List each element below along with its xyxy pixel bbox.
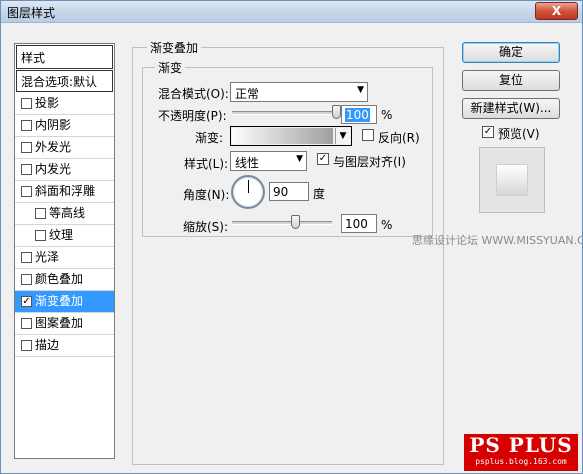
- style-list: 样式 混合选项:默认 投影 内阴影 外发光 内发光 斜面和浮雕 等高线 纹理 光泽 颜色叠加 ✓ 渐…: [14, 43, 115, 459]
- scale-label: 缩放(S):: [183, 220, 229, 234]
- style-list-item-label: 内阴影: [35, 118, 72, 132]
- close-button[interactable]: X: [535, 2, 578, 20]
- style-checkbox[interactable]: [35, 208, 46, 219]
- scale-value: 100: [345, 217, 368, 231]
- style-preview-swatch: [496, 164, 528, 196]
- angle-dial-hand: [248, 180, 249, 193]
- style-checkbox[interactable]: [21, 142, 32, 153]
- chevron-down-icon: ▼: [357, 85, 364, 95]
- angle-label: 角度(N):: [183, 188, 230, 202]
- scale-slider-thumb[interactable]: [291, 215, 300, 229]
- opacity-value: 100: [345, 108, 370, 122]
- style-list-item[interactable]: 等高线: [15, 203, 114, 225]
- style-list-item[interactable]: ✓ 渐变叠加: [15, 291, 114, 313]
- gradient-label: 渐变:: [195, 131, 224, 145]
- style-checkbox[interactable]: [21, 340, 32, 351]
- ok-button[interactable]: 确定: [462, 42, 560, 63]
- gradient-swatch[interactable]: [232, 128, 333, 144]
- opacity-input[interactable]: 100: [341, 105, 377, 124]
- style-list-item-label: 投影: [35, 96, 60, 110]
- new-style-button[interactable]: 新建样式(W)...: [462, 98, 560, 119]
- style-checkbox[interactable]: [35, 230, 46, 241]
- opacity-slider-thumb[interactable]: [332, 105, 341, 119]
- chevron-down-icon[interactable]: ▼: [335, 128, 350, 144]
- blend-mode-label: 混合模式(O):: [158, 87, 229, 101]
- reverse-label: 反向(R): [378, 131, 420, 145]
- angle-value: 90: [273, 185, 289, 199]
- style-list-item-label: 外发光: [35, 140, 72, 154]
- scale-unit: %: [381, 218, 393, 232]
- preview-checkbox[interactable]: ✓: [482, 126, 494, 138]
- style-list-item[interactable]: 颜色叠加: [15, 269, 114, 291]
- logo-title: PS PLUS: [469, 433, 573, 457]
- style-list-item-label: 斜面和浮雕: [35, 184, 96, 198]
- style-checkbox[interactable]: [21, 186, 32, 197]
- style-value: 线性: [235, 156, 260, 170]
- watermark-text: 思缘设计论坛 WWW.MISSYUAN.COM: [412, 234, 582, 247]
- style-list-item[interactable]: 内发光: [15, 159, 114, 181]
- angle-dial[interactable]: [231, 175, 265, 209]
- style-list-item[interactable]: 外发光: [15, 137, 114, 159]
- reverse-checkbox[interactable]: [362, 129, 374, 141]
- angle-input[interactable]: 90: [269, 182, 309, 201]
- ps-plus-logo: PS PLUS psplus.blog.163.com: [464, 434, 578, 471]
- style-list-item-label: 等高线: [49, 206, 86, 220]
- style-list-item[interactable]: 内阴影: [15, 115, 114, 137]
- blend-mode-select[interactable]: 正常 ▼: [230, 82, 368, 102]
- reset-button[interactable]: 复位: [462, 70, 560, 91]
- gradient-subgroup-title: 渐变: [155, 59, 186, 76]
- style-checkbox[interactable]: [21, 164, 32, 175]
- style-checkbox[interactable]: [21, 120, 32, 131]
- opacity-unit: %: [381, 108, 393, 122]
- style-list-item[interactable]: 纹理: [15, 225, 114, 247]
- style-checkbox[interactable]: [21, 252, 32, 263]
- style-list-item-label: 光泽: [35, 250, 60, 264]
- angle-unit: 度: [313, 187, 326, 201]
- align-with-layer-checkbox[interactable]: ✓: [317, 153, 329, 165]
- logo-url: psplus.blog.163.com: [475, 457, 567, 466]
- style-label: 样式(L):: [184, 157, 229, 171]
- style-list-item[interactable]: 斜面和浮雕: [15, 181, 114, 203]
- opacity-slider-track[interactable]: [232, 111, 336, 115]
- chevron-down-icon: ▼: [296, 154, 303, 164]
- style-select[interactable]: 线性 ▼: [230, 151, 307, 171]
- style-list-item-label: 图案叠加: [35, 316, 84, 330]
- opacity-label: 不透明度(P):: [158, 109, 227, 123]
- blending-options-item[interactable]: 混合选项:默认: [16, 70, 113, 92]
- style-list-item[interactable]: 光泽: [15, 247, 114, 269]
- style-preview: [479, 147, 545, 213]
- title-bar: 图层样式 X: [1, 1, 582, 23]
- style-checkbox[interactable]: ✓: [21, 296, 32, 307]
- scale-slider-track[interactable]: [232, 221, 332, 225]
- style-list-item[interactable]: 投影: [15, 93, 114, 115]
- style-list-item-label: 颜色叠加: [35, 272, 84, 286]
- scale-input[interactable]: 100: [341, 214, 377, 233]
- style-list-item-label: 纹理: [49, 228, 74, 242]
- gradient-picker[interactable]: ▼: [230, 126, 352, 146]
- gradient-overlay-title: 渐变叠加: [147, 39, 202, 56]
- style-list-item[interactable]: 描边: [15, 335, 114, 357]
- style-checkbox[interactable]: [21, 98, 32, 109]
- style-list-item-label: 渐变叠加: [35, 294, 84, 308]
- style-checkbox[interactable]: [21, 318, 32, 329]
- style-list-header[interactable]: 样式: [16, 45, 113, 69]
- align-with-layer-label: 与图层对齐(I): [333, 155, 406, 169]
- style-list-item-label: 描边: [35, 338, 60, 352]
- style-list-item-label: 内发光: [35, 162, 72, 176]
- preview-label: 预览(V): [498, 127, 540, 141]
- style-list-item[interactable]: 图案叠加: [15, 313, 114, 335]
- style-checkbox[interactable]: [21, 274, 32, 285]
- window-title: 图层样式: [7, 6, 56, 20]
- blend-mode-value: 正常: [235, 87, 260, 101]
- layer-style-dialog: 图层样式 X 样式 混合选项:默认 投影内阴影外发光内发光斜面和浮雕等高线纹理光…: [0, 0, 583, 474]
